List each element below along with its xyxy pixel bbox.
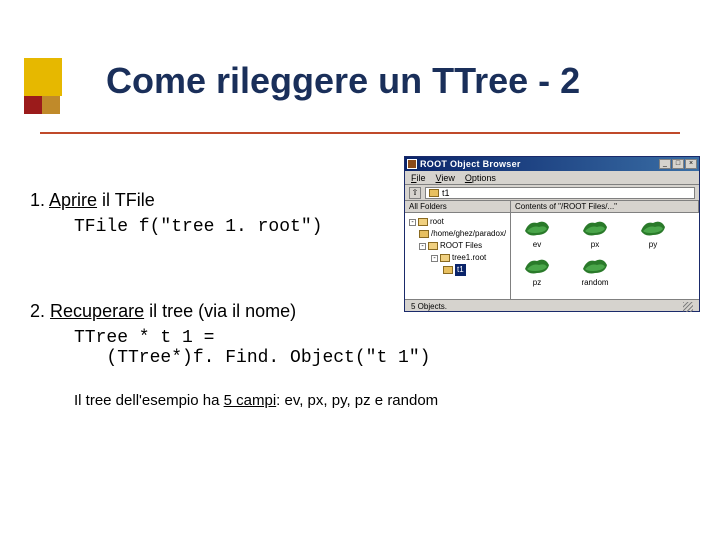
divider [40, 132, 680, 134]
list-item[interactable]: pz [515, 255, 559, 287]
item-label: px [591, 240, 599, 249]
list-item[interactable]: py [631, 217, 675, 249]
status-bar: 5 Objects. [405, 299, 699, 313]
toolbar: ⇧ t1 [405, 185, 699, 201]
list-item[interactable]: px [573, 217, 617, 249]
leaf-icon [581, 255, 609, 277]
expander-icon[interactable]: - [419, 243, 426, 250]
step-2-code-line-1: TTree * t 1 = [74, 328, 690, 348]
tree-node-path[interactable]: /home/ghez/paradox/ROOT_3D... [431, 228, 506, 240]
square-red [24, 96, 42, 114]
footnote-underline: 5 campi [224, 392, 277, 409]
window-titlebar: ROOT Object Browser _ □ × [405, 157, 699, 171]
item-label: pz [533, 278, 541, 287]
slide-title: Come rileggere un TTree - 2 [106, 60, 580, 102]
footnote-post: : ev, px, py, pz e random [276, 392, 438, 409]
step-2-code-line-2: (TTree*)f. Find. Object("t 1") [74, 348, 690, 368]
square-gold [42, 96, 60, 114]
list-item[interactable]: random [573, 255, 617, 287]
folder-icon [428, 242, 438, 250]
panes: -root /home/ghez/paradox/ROOT_3D... -ROO… [405, 213, 699, 299]
folder-icon [419, 230, 429, 238]
folder-icon [440, 254, 450, 262]
window-title: ROOT Object Browser [420, 159, 521, 169]
item-label: random [581, 278, 608, 287]
item-label: ev [533, 240, 541, 249]
contents-pane[interactable]: ev px py pz random [511, 213, 699, 299]
column-header-folders: All Folders [405, 201, 511, 212]
tree-node-rootfiles[interactable]: ROOT Files [440, 240, 482, 252]
leaf-icon [639, 217, 667, 239]
step-1-rest: il TFile [97, 190, 155, 210]
step-1-action: Aprire [49, 190, 97, 210]
address-text: t1 [442, 188, 450, 198]
folder-icon [443, 266, 453, 274]
browser-window: ROOT Object Browser _ □ × File View Opti… [404, 156, 700, 312]
list-item[interactable]: ev [515, 217, 559, 249]
column-headers: All Folders Contents of "/ROOT Files/...… [405, 201, 699, 213]
tree-node-file[interactable]: tree1.root [452, 252, 486, 264]
step-2-action: Recuperare [50, 301, 144, 321]
leaf-icon [523, 255, 551, 277]
folder-icon [429, 189, 439, 197]
item-label: py [649, 240, 657, 249]
menu-bar: File View Options [405, 171, 699, 185]
step-2-rest: il tree (via il nome) [144, 301, 296, 321]
leaf-icon [581, 217, 609, 239]
expander-icon[interactable]: - [409, 219, 416, 226]
footnote: Il tree dell'esempio ha 5 campi: ev, px,… [74, 392, 690, 409]
decorative-squares [24, 58, 104, 148]
close-button[interactable]: × [685, 159, 697, 169]
tree-node-root[interactable]: root [430, 216, 444, 228]
step-1-number: 1. [30, 190, 45, 210]
maximize-button[interactable]: □ [672, 159, 684, 169]
square-yellow [24, 58, 62, 96]
minimize-button[interactable]: _ [659, 159, 671, 169]
expander-icon[interactable]: - [431, 255, 438, 262]
folder-icon [418, 218, 428, 226]
column-header-contents: Contents of "/ROOT Files/..." [511, 201, 699, 212]
tree-node-selected[interactable]: t1 [455, 264, 466, 276]
step-2-number: 2. [30, 301, 45, 321]
tree-pane[interactable]: -root /home/ghez/paradox/ROOT_3D... -ROO… [405, 213, 511, 299]
status-text: 5 Objects. [411, 302, 447, 311]
window-controls: _ □ × [659, 159, 697, 169]
resize-grip[interactable] [683, 302, 693, 312]
up-button[interactable]: ⇧ [409, 187, 421, 199]
address-bar[interactable]: t1 [425, 187, 695, 199]
leaf-icon [523, 217, 551, 239]
footnote-pre: Il tree dell'esempio ha [74, 392, 224, 409]
menu-file[interactable]: File [411, 173, 426, 183]
menu-view[interactable]: View [436, 173, 455, 183]
app-icon [407, 159, 417, 169]
menu-options[interactable]: Options [465, 173, 496, 183]
